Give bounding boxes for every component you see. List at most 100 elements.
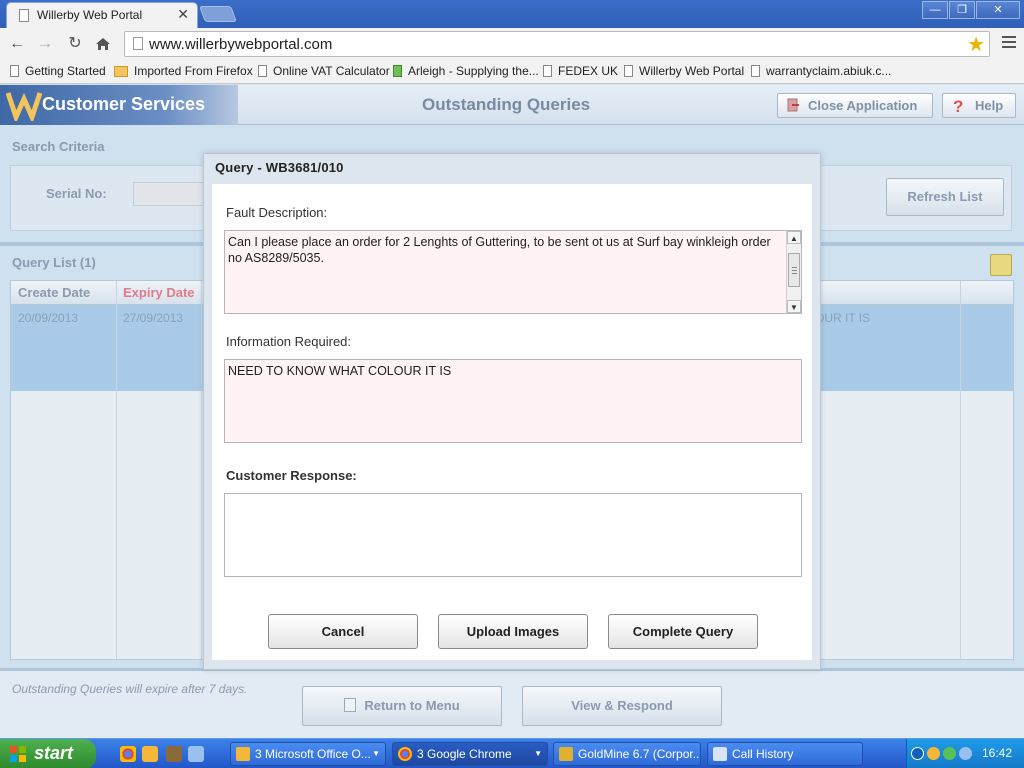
- view-respond-button[interactable]: View & Respond: [522, 686, 722, 726]
- cell-expiry-date: 27/09/2013: [123, 311, 184, 325]
- home-icon[interactable]: [92, 34, 114, 54]
- browser-titlebar: Willerby Web Portal ✕ — ❐ ✕: [0, 0, 1024, 28]
- serial-no-input[interactable]: [133, 182, 213, 206]
- window-close-button[interactable]: ✕: [976, 1, 1020, 19]
- bookmark-imported-from-firefox[interactable]: Imported From Firefox: [114, 64, 253, 78]
- url-text: www.willerbywebportal.com: [149, 36, 333, 53]
- customer-response-input[interactable]: [224, 493, 802, 577]
- new-tab-button[interactable]: [199, 6, 237, 22]
- start-label: start: [34, 743, 74, 763]
- bookmarks-bar: Getting Started Imported From Firefox On…: [0, 60, 1024, 84]
- page-icon: [543, 65, 552, 77]
- brand-banner: Customer Services: [0, 85, 238, 125]
- bookmark-label: Imported From Firefox: [134, 64, 253, 78]
- tray-expand-icon[interactable]: [911, 747, 924, 760]
- bookmark-label: Getting Started: [25, 64, 106, 78]
- task-goldmine[interactable]: GoldMine 6.7 (Corpor...: [553, 742, 701, 766]
- menu-icon: [344, 698, 357, 712]
- complete-query-button[interactable]: Complete Query: [608, 614, 758, 649]
- minimize-button[interactable]: —: [922, 1, 948, 19]
- restore-button[interactable]: ❐: [949, 1, 975, 19]
- dialog-title: Query - WB3681/010: [215, 160, 344, 175]
- browser-tab[interactable]: Willerby Web Portal ✕: [6, 2, 198, 28]
- reload-icon[interactable]: ↻: [64, 34, 86, 54]
- fault-description-text: Can I please place an order for 2 Lenght…: [228, 235, 771, 265]
- windows-taskbar: start 3 Microsoft Office O... ▼ 3 Google …: [0, 738, 1024, 768]
- information-required-label: Information Required:: [226, 334, 352, 349]
- back-arrow-icon[interactable]: ←: [6, 34, 28, 54]
- upload-images-button[interactable]: Upload Images: [438, 614, 588, 649]
- bookmark-label: Willerby Web Portal: [639, 64, 745, 78]
- page-icon: [624, 65, 633, 77]
- cancel-button[interactable]: Cancel: [268, 614, 418, 649]
- help-button[interactable]: ? Help: [942, 93, 1016, 118]
- exit-door-icon: [787, 98, 799, 112]
- tray-outlook-icon[interactable]: [927, 747, 940, 760]
- query-dialog: Query - WB3681/010 Fault Description: Ca…: [203, 153, 821, 670]
- task-label: 3 Microsoft Office O...: [255, 747, 371, 761]
- chrome-icon[interactable]: [120, 746, 136, 762]
- fault-description-textarea[interactable]: Can I please place an order for 2 Lenght…: [224, 230, 802, 314]
- arleigh-icon: [393, 65, 402, 77]
- group-arrow-icon: ▼: [372, 749, 380, 758]
- bookmark-arleigh[interactable]: Arleigh - Supplying the...: [393, 64, 539, 78]
- page-title: Outstanding Queries: [422, 95, 591, 114]
- bookmark-label: warrantyclaim.abiuk.c...: [766, 64, 892, 78]
- address-bar[interactable]: www.willerbywebportal.com ★: [124, 31, 990, 57]
- refresh-list-button[interactable]: Refresh List: [886, 178, 1004, 216]
- bookmark-getting-started[interactable]: Getting Started: [10, 64, 106, 78]
- ie-icon[interactable]: [188, 746, 204, 762]
- query-list-heading: Query List (1): [12, 255, 96, 270]
- cell-information: OUR IT IS: [815, 311, 871, 325]
- chrome-menu-icon[interactable]: [1002, 36, 1016, 50]
- scroll-up-arrow-icon[interactable]: ▲: [787, 231, 801, 244]
- bookmark-star-icon[interactable]: ★: [967, 32, 985, 57]
- task-call-history[interactable]: Call History: [707, 742, 863, 766]
- willerby-logo-icon: [6, 92, 42, 121]
- information-required-text: NEED TO KNOW WHAT COLOUR IT IS: [228, 364, 452, 378]
- brand-title: Customer Services: [42, 94, 206, 114]
- bookmark-label: FEDEX UK: [558, 64, 619, 78]
- help-label: Help: [975, 98, 1004, 113]
- task-microsoft-office[interactable]: 3 Microsoft Office O... ▼: [230, 742, 386, 766]
- bookmark-fedex-uk[interactable]: FEDEX UK: [543, 64, 618, 78]
- tray-status-icon[interactable]: [943, 747, 956, 760]
- column-expiry-date[interactable]: Expiry Date: [123, 285, 195, 300]
- search-criteria-heading: Search Criteria: [12, 139, 105, 154]
- tab-close-icon[interactable]: ✕: [177, 6, 189, 23]
- forward-arrow-icon[interactable]: →: [34, 34, 56, 54]
- system-tray: 16:42: [906, 739, 1024, 768]
- app-launcher-icon[interactable]: [166, 746, 182, 762]
- customer-response-label: Customer Response:: [226, 468, 357, 483]
- close-application-button[interactable]: Close Application: [777, 93, 933, 118]
- task-label: Call History: [732, 747, 794, 761]
- scroll-thumb[interactable]: [788, 253, 800, 287]
- help-question-icon: ?: [953, 97, 964, 116]
- task-google-chrome[interactable]: 3 Google Chrome ▼: [392, 742, 548, 766]
- group-arrow-icon: ▼: [534, 749, 542, 758]
- start-button[interactable]: start: [0, 739, 96, 768]
- return-to-menu-button[interactable]: Return to Menu: [302, 686, 502, 726]
- column-create-date[interactable]: Create Date: [18, 285, 90, 300]
- chrome-icon: [398, 747, 412, 761]
- browser-toolbar: ← → ↻ www.willerbywebportal.com ★: [0, 28, 1024, 60]
- outlook-icon[interactable]: [142, 746, 158, 762]
- footer-bar: [0, 668, 1024, 738]
- bookmark-online-vat-calculator[interactable]: Online VAT Calculator: [258, 64, 390, 78]
- tab-title: Willerby Web Portal: [37, 8, 143, 22]
- page-icon: [19, 9, 29, 22]
- fault-scrollbar[interactable]: ▲ ▼: [786, 231, 801, 313]
- tray-network-icon[interactable]: [959, 747, 972, 760]
- column-divider: [116, 281, 117, 659]
- clock[interactable]: 16:42: [982, 746, 1012, 760]
- fault-description-label: Fault Description:: [226, 205, 328, 220]
- export-icon[interactable]: [990, 254, 1012, 276]
- column-divider: [960, 281, 961, 659]
- goldmine-icon: [559, 747, 573, 761]
- expiry-note: Outstanding Queries will expire after 7 …: [12, 682, 248, 696]
- information-required-textarea[interactable]: NEED TO KNOW WHAT COLOUR IT IS: [224, 359, 802, 443]
- bookmark-warrantyclaim[interactable]: warrantyclaim.abiuk.c...: [751, 64, 891, 78]
- cell-create-date: 20/09/2013: [18, 311, 79, 325]
- bookmark-willerby-web-portal[interactable]: Willerby Web Portal: [624, 64, 744, 78]
- scroll-down-arrow-icon[interactable]: ▼: [787, 300, 801, 313]
